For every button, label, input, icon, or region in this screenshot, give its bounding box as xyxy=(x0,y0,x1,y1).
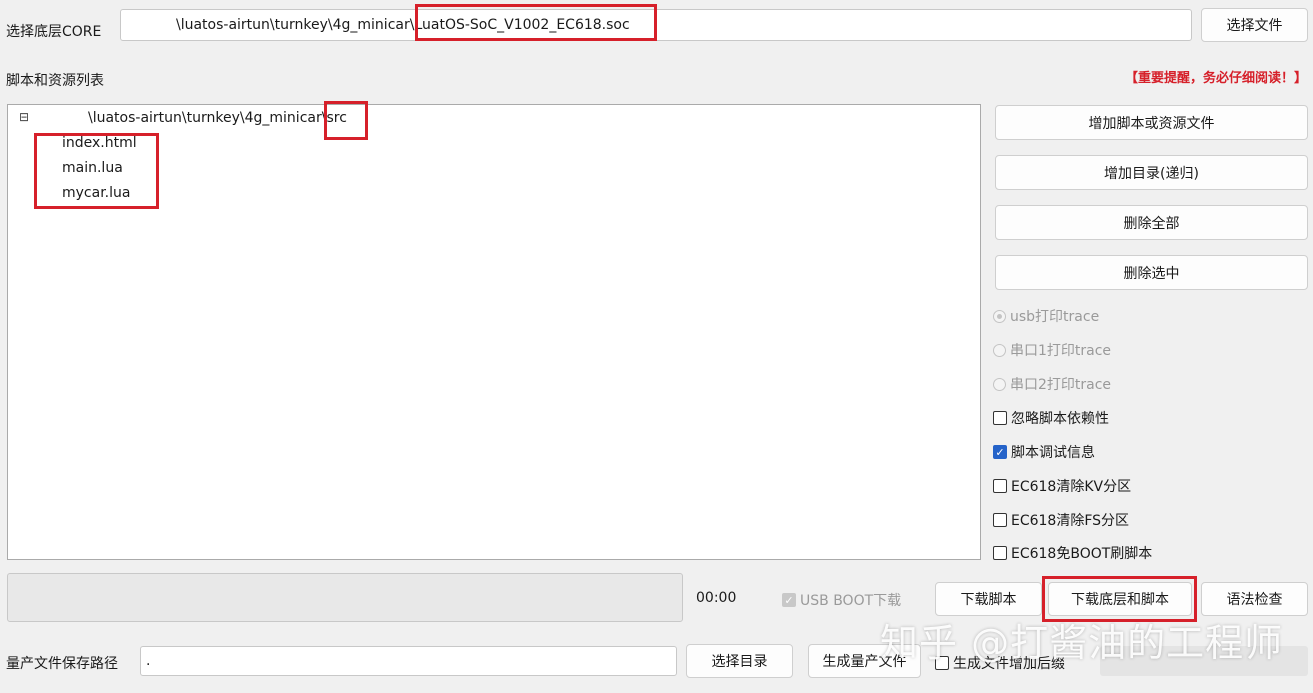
core-label: 选择底层CORE xyxy=(6,24,102,40)
check-clear-fs[interactable]: EC618清除FS分区 xyxy=(993,510,1129,530)
radio-uart1-trace[interactable]: 串口1打印trace xyxy=(993,340,1111,360)
download-script-button[interactable]: 下载脚本 xyxy=(935,582,1042,616)
tree-file-item[interactable]: index.html xyxy=(62,135,137,151)
core-path-file: \LuatOS-SoC_V1002_EC618.soc xyxy=(409,17,630,33)
checkbox-icon xyxy=(993,479,1007,493)
timer-text: 00:00 xyxy=(696,590,737,606)
download-core-and-script-button[interactable]: 下载底层和脚本 xyxy=(1048,582,1192,616)
tree-file-item[interactable]: mycar.lua xyxy=(62,185,130,201)
tree-root-folder: \src xyxy=(321,110,347,126)
checkmark-icon: ✓ xyxy=(782,593,796,607)
delete-selected-button[interactable]: 删除选中 xyxy=(995,255,1308,290)
check-usb-boot[interactable]: ✓ USB BOOT下载 xyxy=(782,590,901,610)
tree-collapse-icon[interactable]: ⊟ xyxy=(19,110,29,124)
select-file-button[interactable]: 选择文件 xyxy=(1201,8,1308,42)
radio-usb-trace[interactable]: usb打印trace xyxy=(993,306,1099,326)
delete-all-button[interactable]: 删除全部 xyxy=(995,205,1308,240)
radio-uart2-trace[interactable]: 串口2打印trace xyxy=(993,374,1111,394)
radio-icon xyxy=(993,377,1006,391)
watermark-text: 知乎 @打酱油的工程师 xyxy=(880,621,1284,665)
radio-icon xyxy=(993,343,1006,357)
checkbox-icon xyxy=(993,411,1007,425)
important-notice-link[interactable]: 【重要提醒，务必仔细阅读！】 xyxy=(1125,67,1307,86)
add-script-button[interactable]: 增加脚本或资源文件 xyxy=(995,105,1308,140)
checkbox-icon xyxy=(993,546,1007,560)
check-no-boot[interactable]: EC618免BOOT刷脚本 xyxy=(993,543,1152,563)
select-dir-button[interactable]: 选择目录 xyxy=(686,644,793,678)
checkbox-icon xyxy=(993,513,1007,527)
radio-icon xyxy=(993,309,1006,323)
tree-root-dir: \luatos-airtun\turnkey\4g_minicar xyxy=(88,110,322,126)
add-dir-button[interactable]: 增加目录(递归) xyxy=(995,155,1308,190)
script-list-label: 脚本和资源列表 xyxy=(6,73,104,89)
checkmark-icon: ✓ xyxy=(993,445,1007,459)
check-clear-kv[interactable]: EC618清除KV分区 xyxy=(993,476,1131,496)
script-tree[interactable] xyxy=(7,104,981,560)
core-path-dir: \luatos-airtun\turnkey\4g_minicar xyxy=(176,17,410,33)
production-path-label: 量产文件保存路径 xyxy=(6,656,118,672)
production-path-input[interactable]: . xyxy=(140,646,677,676)
tree-file-item[interactable]: main.lua xyxy=(62,160,123,176)
check-debug-info[interactable]: ✓ 脚本调试信息 xyxy=(993,442,1095,462)
check-ignore-dependency[interactable]: 忽略脚本依赖性 xyxy=(993,408,1109,428)
syntax-check-button[interactable]: 语法检查 xyxy=(1201,582,1308,616)
progress-bar xyxy=(7,573,683,622)
core-path-input[interactable]: \luatos-airtun\turnkey\4g_minicar \LuatOS… xyxy=(120,9,1192,41)
tree-root-item[interactable]: \luatos-airtun\turnkey\4g_minicar\src xyxy=(40,110,347,126)
